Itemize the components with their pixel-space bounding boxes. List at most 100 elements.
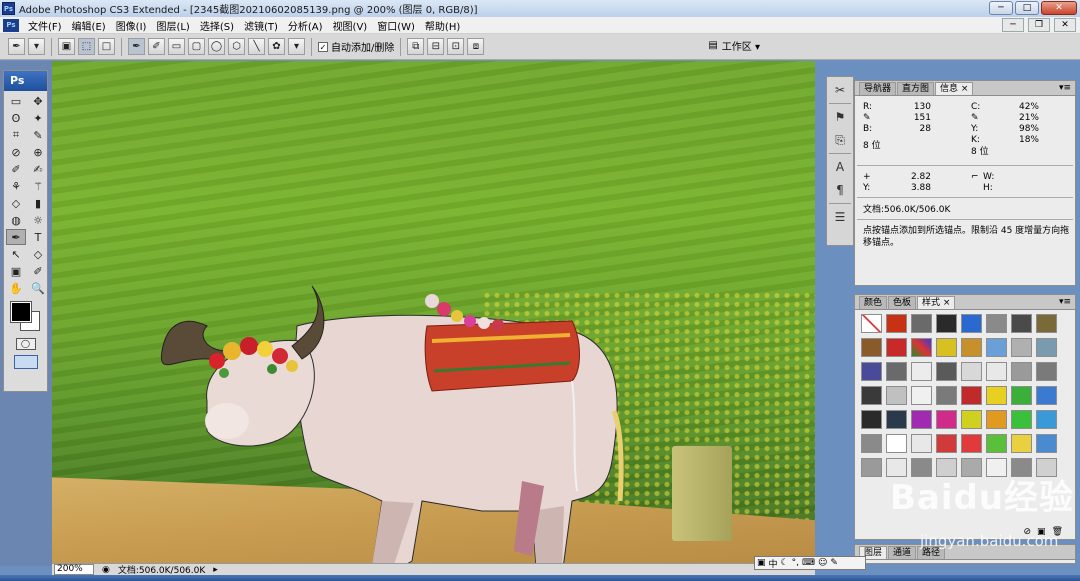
minimize-button[interactable]: ─ [989,1,1013,15]
style-preset-swatch[interactable] [1011,314,1032,333]
style-preset-swatch[interactable] [936,314,957,333]
path-add-icon[interactable]: ⧉ [407,38,425,55]
menu-image[interactable]: 图像(I) [111,18,152,33]
paragraph-icon[interactable]: ¶ [829,180,851,200]
menu-edit[interactable]: 编辑(E) [67,18,111,33]
auto-add-delete-checkbox[interactable]: ✓ 自动添加/删除 [318,39,394,54]
ime-logo-icon[interactable]: ▣ [757,558,766,568]
pen-tool-icon[interactable]: ✒ [6,229,26,245]
style-preset-swatch[interactable] [1011,386,1032,405]
style-preset-swatch[interactable] [961,434,982,453]
style-preset-swatch[interactable] [861,338,882,357]
tab-info[interactable]: 信息 × [935,82,974,95]
healing-brush-tool-icon[interactable]: ⊘ [6,144,26,160]
doc-restore-button[interactable]: ❐ [1028,18,1050,32]
style-preset-swatch[interactable] [886,362,907,381]
path-exclude-icon[interactable]: ⧈ [467,38,485,55]
panel-menu-icon[interactable]: ▾≡ [1059,83,1071,93]
styles-menu-icon[interactable]: ▾≡ [1059,297,1071,307]
tab-channels[interactable]: 通道 [888,546,917,559]
ellipse-icon[interactable]: ◯ [208,38,225,55]
tab-color[interactable]: 颜色 [859,296,888,309]
style-preset-swatch[interactable] [911,362,932,381]
geometry-options-icon[interactable]: ▾ [288,38,305,55]
magic-wand-tool-icon[interactable]: ✦ [28,110,48,126]
style-preset-swatch[interactable] [1011,362,1032,381]
ime-mode-label[interactable]: 中 [769,557,778,570]
brush-tool-icon[interactable]: ⊕ [28,144,48,160]
character-icon[interactable]: A [829,157,851,177]
menu-window[interactable]: 窗口(W) [372,18,420,33]
menu-view[interactable]: 视图(V) [328,18,373,33]
style-preset-swatch[interactable] [936,338,957,357]
ime-moon-icon[interactable]: ☾ [781,558,789,568]
polygon-icon[interactable]: ⬡ [228,38,245,55]
style-preset-swatch[interactable] [961,362,982,381]
preset-dropdown-icon[interactable]: ▾ [28,38,45,55]
menu-file[interactable]: 文件(F) [23,18,67,33]
ime-keyboard-icon[interactable]: ⌨ [802,558,815,568]
style-preset-swatch[interactable] [1011,410,1032,429]
screen-mode-icon[interactable] [13,355,38,369]
zoom-tool-icon[interactable]: 🔍 [28,280,48,296]
path-subtract-icon[interactable]: ⊟ [427,38,445,55]
menu-select[interactable]: 选择(S) [195,18,239,33]
freeform-pen-icon[interactable]: ✐ [148,38,165,55]
checkbox-box[interactable]: ✓ [318,41,328,52]
style-preset-swatch[interactable] [911,410,932,429]
style-preset-swatch[interactable] [1036,410,1057,429]
type-tool-icon[interactable]: T [28,229,48,245]
tab-styles[interactable]: 样式 × [917,296,956,309]
style-preset-swatch[interactable] [986,362,1007,381]
eraser-tool-icon[interactable]: ⚘ [6,178,26,194]
style-preset-swatch[interactable] [986,410,1007,429]
quick-mask-icon[interactable]: ◯ [15,338,36,350]
style-preset-swatch[interactable] [986,434,1007,453]
lasso-tool-icon[interactable]: ʘ [6,110,26,126]
style-preset-swatch[interactable] [861,362,882,381]
style-preset-swatch[interactable] [961,314,982,333]
custom-shape-icon[interactable]: ✿ [268,38,285,55]
style-preset-swatch[interactable] [1036,434,1057,453]
doc-close-button[interactable]: ✕ [1054,18,1076,32]
fill-pixels-icon[interactable]: □ [98,38,115,55]
burn-tool-icon[interactable]: ◍ [6,212,26,228]
maximize-button[interactable]: □ [1015,1,1039,15]
rounded-rectangle-icon[interactable]: ▢ [188,38,205,55]
style-preset-swatch[interactable] [886,410,907,429]
foreground-color-swatch[interactable] [10,301,32,323]
tab-histogram[interactable]: 直方图 [897,82,935,95]
style-preset-swatch[interactable] [861,314,882,333]
clone-stamp-tool-icon[interactable]: ✐ [6,161,26,177]
style-preset-swatch[interactable] [936,386,957,405]
ime-settings-icon[interactable]: ✎ [830,558,838,568]
style-preset-swatch[interactable] [1036,338,1057,357]
style-preset-swatch[interactable] [886,434,907,453]
eyedropper-tool-icon[interactable]: ✐ [28,263,48,279]
style-preset-swatch[interactable] [911,338,932,357]
style-preset-swatch[interactable] [961,338,982,357]
ime-user-icon[interactable]: ☺ [818,558,827,568]
document-canvas[interactable] [52,61,815,563]
crop-tool-icon[interactable]: ⌗ [6,127,26,143]
style-preset-swatch[interactable] [936,410,957,429]
status-menu-icon[interactable]: ▸ [213,565,218,575]
paths-mode-icon[interactable]: ⬚ [78,38,95,55]
ime-dot-icon[interactable]: °, [792,558,799,568]
menu-analysis[interactable]: 分析(A) [283,18,328,33]
layer-comps-icon[interactable]: ☰ [829,207,851,227]
style-preset-swatch[interactable] [1011,434,1032,453]
style-preset-swatch[interactable] [886,314,907,333]
history-brush-tool-icon[interactable]: ✍ [28,161,48,177]
style-preset-swatch[interactable] [861,386,882,405]
shape-tool-icon[interactable]: ◇ [28,246,48,262]
style-preset-swatch[interactable] [936,434,957,453]
notes-tool-icon[interactable]: ▣ [6,263,26,279]
blur-tool-icon[interactable]: ◇ [6,195,26,211]
doc-minimize-button[interactable]: ─ [1002,18,1024,32]
menu-layer[interactable]: 图层(L) [151,18,194,33]
style-preset-swatch[interactable] [1036,386,1057,405]
tab-navigator[interactable]: 导航器 [859,82,897,95]
menu-help[interactable]: 帮助(H) [420,18,465,33]
line-icon[interactable]: ╲ [248,38,265,55]
